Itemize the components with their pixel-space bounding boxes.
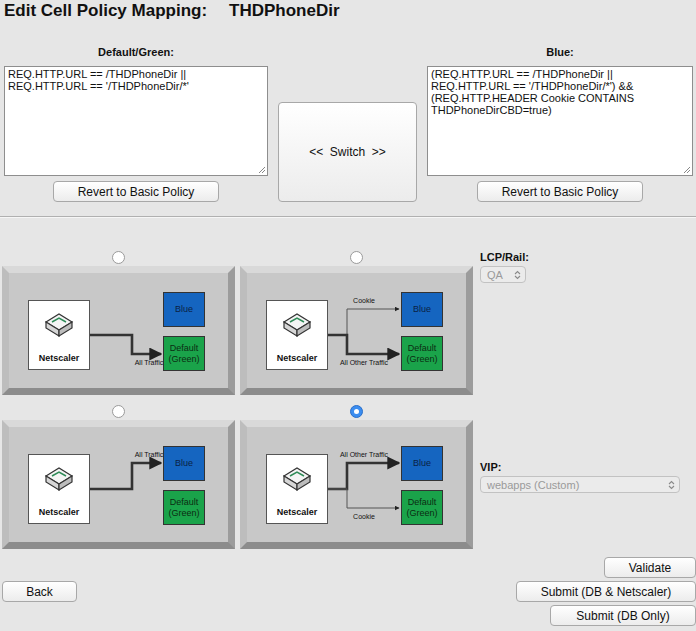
route-label: All Other Traffic (329, 450, 399, 459)
netscaler-node: Netscaler (28, 300, 90, 370)
revert-button[interactable]: Revert to Basic Policy (477, 181, 643, 202)
route-label: All Traffic (114, 358, 184, 367)
netscaler-label: Netscaler (39, 507, 80, 517)
green-node: Default (Green) (401, 336, 443, 371)
netscaler-icon (42, 462, 76, 496)
switch-area: << Switch >> (268, 45, 427, 202)
mode-radio[interactable] (112, 405, 125, 418)
settings-column: LCP/Rail: QA VIP: webapps (Custom) (480, 251, 696, 549)
updown-icon (514, 270, 521, 280)
route-label: All Other Traffic (329, 358, 399, 367)
blue-node: Blue (163, 446, 205, 481)
netscaler-label: Netscaler (277, 507, 318, 517)
resize-grip-icon[interactable] (258, 166, 266, 174)
mode-option[interactable]: Netscaler Blue Default (Green) All Other Tr… (240, 405, 473, 549)
validate-button[interactable]: Validate (604, 557, 696, 578)
title-name: THDPhoneDir (229, 1, 340, 21)
mode-diagram[interactable]: Netscaler Blue Default (Green)All Traffic (2, 266, 235, 395)
radio-dot (354, 409, 359, 414)
green-node: Default (Green) (163, 336, 205, 371)
netscaler-node: Netscaler (266, 454, 328, 524)
vip-select: webapps (Custom) (480, 476, 680, 493)
mode-option[interactable]: Netscaler Blue Default (Green)All Traffic (2, 251, 235, 395)
policy-label: Default/Green: (98, 45, 174, 59)
blue-node: Blue (163, 292, 205, 327)
switch-button[interactable]: << Switch >> (278, 102, 417, 202)
resize-grip-icon[interactable] (683, 166, 691, 174)
route-label: Cookie (329, 512, 399, 521)
mode-option[interactable]: Netscaler Blue Default (Green) Cookie All Ot… (240, 251, 473, 395)
lcp-label: LCP/Rail: (480, 251, 696, 264)
footer-actions: Validate Submit (DB & Netscaler) Submit (D… (516, 557, 696, 626)
green-node: Default (Green) (163, 490, 205, 525)
back-button[interactable]: Back (2, 581, 77, 602)
mode-radio[interactable] (350, 251, 363, 264)
footer: Back Validate Submit (DB & Netscaler) Submi… (0, 549, 696, 626)
mode-radio[interactable] (350, 405, 363, 418)
netscaler-node: Netscaler (28, 454, 90, 524)
submit-all-button[interactable]: Submit (DB & Netscaler) (516, 581, 696, 602)
route-label: Cookie (329, 296, 399, 305)
edit-cell-policy-page: Edit Cell Policy Mapping: THDPhoneDir Defa… (0, 0, 696, 631)
mode-option[interactable]: Netscaler Blue Default (Green) All Traffic (2, 405, 235, 549)
netscaler-icon (280, 462, 314, 496)
lcp-field: LCP/Rail: QA (480, 251, 696, 283)
policy-column: Blue: (REQ.HTTP.URL == /THDPhoneDir || RE… (427, 45, 693, 202)
title-label: Edit Cell Policy Mapping: (4, 1, 207, 21)
blue-node: Blue (401, 292, 443, 327)
policy-textarea[interactable]: REQ.HTTP.URL == /THDPhoneDir || REQ.HTTP… (4, 66, 268, 176)
route-label: All Traffic (114, 450, 184, 459)
submit-db-button[interactable]: Submit (DB Only) (550, 605, 696, 626)
mode-radio[interactable] (112, 251, 125, 264)
policy-label: Blue: (546, 45, 574, 59)
mode-diagram[interactable]: Netscaler Blue Default (Green) All Other Tr… (240, 420, 473, 549)
vip-label: VIP: (480, 461, 696, 474)
mode-diagram[interactable]: Netscaler Blue Default (Green) All Traffic (2, 420, 235, 549)
lcp-select: QA (480, 266, 526, 283)
policy-textarea[interactable]: (REQ.HTTP.URL == /THDPhoneDir || REQ.HTT… (427, 66, 693, 176)
blue-node: Blue (401, 446, 443, 481)
mode-grid: NetscalerBlueDefault (Green)All TrafficN… (2, 251, 473, 549)
netscaler-label: Netscaler (39, 353, 80, 363)
updown-icon (668, 480, 675, 490)
divider (0, 216, 696, 218)
revert-button[interactable]: Revert to Basic Policy (53, 181, 219, 202)
mode-diagram[interactable]: Netscaler Blue Default (Green) Cookie All Ot… (240, 266, 473, 395)
netscaler-node: Netscaler (266, 300, 328, 370)
netscaler-icon (42, 308, 76, 342)
page-title: Edit Cell Policy Mapping: THDPhoneDir (0, 0, 696, 21)
policy-row: Default/Green: REQ.HTTP.URL == /THDPhoneD… (0, 45, 696, 202)
vip-field: VIP: webapps (Custom) (480, 461, 696, 493)
netscaler-icon (280, 308, 314, 342)
green-node: Default (Green) (401, 490, 443, 525)
mode-section: NetscalerBlueDefault (Green)All TrafficN… (0, 218, 696, 549)
policy-column: Default/Green: REQ.HTTP.URL == /THDPhoneD… (4, 45, 268, 202)
netscaler-label: Netscaler (277, 353, 318, 363)
